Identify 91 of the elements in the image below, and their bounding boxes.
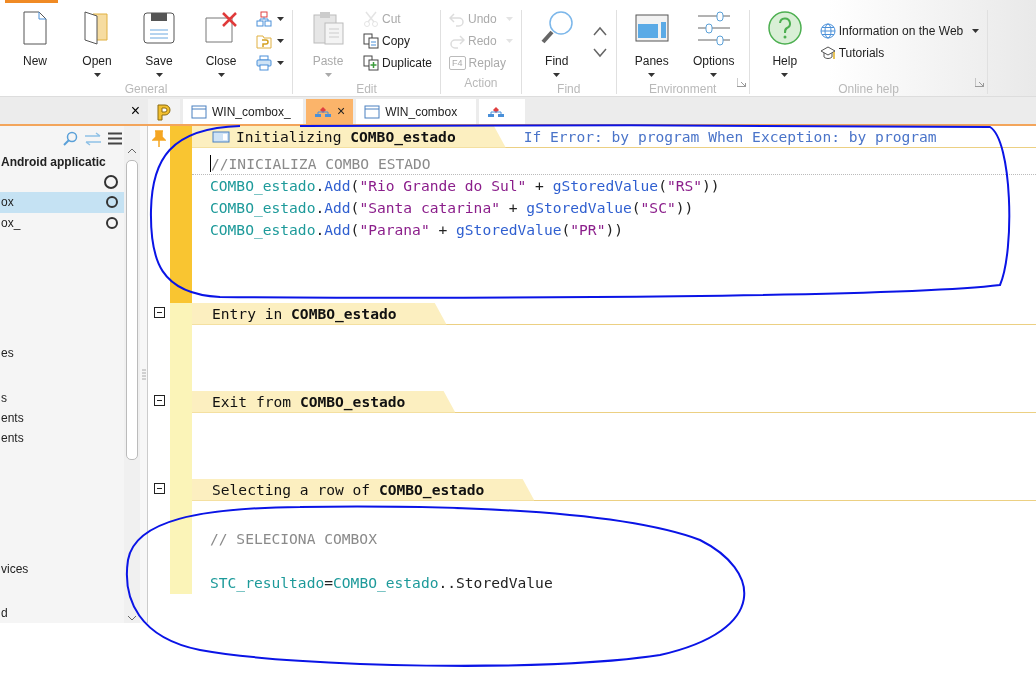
duplicate-icon[interactable] — [363, 55, 379, 71]
section-header: Selecting a row of COMBO_estado — [192, 478, 535, 501]
tree-item[interactable]: ents — [0, 427, 124, 449]
ribbon-button[interactable]: Save — [130, 10, 188, 80]
code-line: STC_resultado=COMBO_estado..StoredValue — [209, 573, 554, 594]
window-close-icon — [203, 10, 239, 46]
ribbon-button[interactable]: Duplicate — [361, 54, 435, 72]
launcher-icon[interactable] — [736, 78, 746, 88]
caret-icon — [277, 17, 284, 21]
document-tab[interactable]: WIN_combox_ — [183, 99, 303, 124]
code-line: COMBO_estado.Add("Rio Grande do Sul" + gStoredValue("RS")) — [209, 176, 721, 197]
caret-icon — [217, 72, 225, 77]
caret-icon — [781, 72, 789, 77]
key-cap-icon: F4 — [449, 56, 466, 70]
scroll-up-icon[interactable] — [127, 148, 137, 154]
caret-icon — [155, 72, 163, 77]
ribbon-button[interactable]: Help — [755, 10, 814, 80]
caret-icon — [277, 39, 284, 43]
menu-icon[interactable] — [108, 132, 122, 146]
document-tab[interactable] — [479, 99, 526, 124]
caret-icon — [972, 29, 980, 33]
collapse-toggle[interactable] — [153, 307, 165, 318]
collapse-toggle[interactable] — [153, 483, 165, 494]
ribbon-button[interactable]: Find — [527, 10, 586, 80]
tree-item[interactable]: es — [0, 343, 124, 364]
group-label: Online help — [838, 82, 899, 98]
ribbon-button[interactable] — [254, 10, 286, 28]
project-icon — [156, 102, 172, 121]
tab-close-icon[interactable]: × — [337, 101, 346, 122]
caret-icon — [324, 72, 332, 77]
launcher-icon[interactable] — [975, 78, 985, 88]
tree-item[interactable]: d — [0, 602, 124, 623]
collapse-toggle[interactable] — [153, 395, 165, 406]
scrollbar-thumb[interactable] — [126, 160, 138, 460]
graduation-cap-icon[interactable] — [819, 45, 836, 61]
code-line: //INICIALIZA COMBO ESTADO — [192, 153, 1036, 175]
search-icon[interactable] — [62, 130, 78, 147]
ribbon-button[interactable] — [254, 32, 286, 50]
code-line: COMBO_estado.Add("Parana" + gStoredValue("PR")) — [209, 220, 624, 241]
status-ring-icon — [106, 216, 118, 229]
code-line: // SELECIONA COMBOX — [209, 529, 378, 549]
caret-icon — [553, 72, 561, 77]
help-circle-icon — [766, 10, 803, 46]
sliders-icon — [695, 10, 732, 46]
hierarchy-icon[interactable] — [256, 11, 272, 27]
document-tab[interactable]: WIN_combox — [356, 99, 477, 124]
ribbon-button[interactable]: Panes — [622, 10, 681, 80]
tree-item[interactable]: ox — [0, 192, 124, 213]
caret-icon — [93, 72, 101, 77]
combo-box-icon — [212, 130, 230, 143]
hierarchy-icon — [314, 105, 332, 118]
ribbon-button[interactable]: Close — [192, 10, 250, 80]
caret-icon — [648, 72, 656, 77]
globe-icon[interactable] — [819, 23, 836, 39]
hierarchy-icon — [487, 105, 506, 118]
printer-icon[interactable] — [256, 55, 272, 71]
tree-item[interactable]: vices — [0, 558, 124, 579]
group-label: General — [124, 82, 168, 98]
scroll-down-icon[interactable] — [127, 615, 137, 621]
tree-item[interactable]: ents — [0, 407, 124, 428]
group-label: Find — [557, 82, 581, 98]
section-header: Exit from COMBO_estado — [192, 390, 456, 413]
tree-item[interactable]: s — [0, 387, 124, 408]
ribbon-button[interactable]: Open — [68, 10, 126, 80]
group-label: Action — [464, 76, 498, 92]
ribbon-button[interactable] — [254, 54, 286, 72]
caret-icon — [277, 61, 284, 65]
section-header: Initializing COMBO_estado — [192, 125, 506, 148]
status-ring-icon — [104, 175, 118, 190]
window-icon — [364, 104, 381, 119]
tree-item[interactable]: ox_ — [0, 212, 124, 233]
group-label: Environment — [649, 82, 717, 98]
clipboard-icon — [310, 10, 346, 46]
ribbon-button[interactable]: Copy — [361, 32, 435, 50]
group-label: Edit — [356, 82, 377, 98]
ribbon-button[interactable]: New — [6, 10, 64, 80]
tree-item[interactable]: Android applicatic — [0, 151, 124, 172]
error-handling-link[interactable]: If Error: by program When Exception: by program — [523, 125, 937, 148]
document-tab[interactable] — [148, 99, 180, 124]
status-ring-icon — [106, 196, 118, 209]
section-header: Entry in COMBO_estado — [192, 302, 447, 325]
document-tab[interactable]: × — [306, 99, 354, 124]
splitter-grip-icon[interactable] — [141, 368, 146, 381]
caret-icon — [710, 72, 718, 77]
ribbon-button[interactable]: Information on the Web — [817, 22, 982, 40]
window-icon — [191, 104, 207, 119]
close-button[interactable]: × — [130, 102, 140, 119]
copy-icon[interactable] — [363, 33, 379, 49]
code-line: COMBO_estado.Add("Santa catarina" + gStoredValue("SC")) — [209, 198, 695, 219]
ribbon-button[interactable]: Tutorials — [817, 44, 982, 62]
ribbon-button[interactable]: Options — [684, 10, 743, 80]
